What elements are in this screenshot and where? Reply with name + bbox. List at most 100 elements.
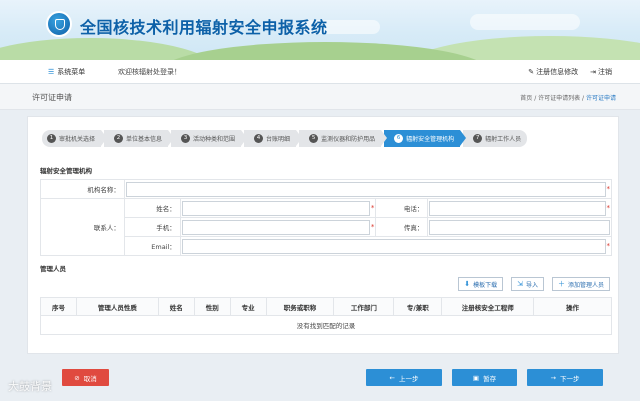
step-number: 7	[473, 134, 483, 143]
step-label: 活动种类和范围	[193, 136, 236, 143]
menu-list-icon: ☰	[48, 68, 55, 76]
download-icon: ⬇	[464, 280, 471, 288]
column-header[interactable]: 管理人员性质	[75, 297, 159, 316]
org-name-input[interactable]	[125, 181, 606, 197]
template-download-button[interactable]: ⬇ 模板下载	[458, 277, 504, 291]
step-approval-authority[interactable]: 1 审批机关选择	[42, 130, 108, 147]
staff-table: 序号 管理人员性质 姓名 性别 专业 职务或职称 工作部门 专/兼职 注册核安全…	[40, 297, 612, 335]
step-activity-scope[interactable]: 3 活动种类和范围	[171, 130, 248, 147]
step-ledger-details[interactable]: 4 台账明细	[244, 130, 303, 147]
fax-input[interactable]	[429, 219, 610, 235]
phone-label: 电话：	[375, 198, 429, 218]
add-staff-button[interactable]: ＋添加管理人员	[551, 277, 610, 291]
required-mark: *	[370, 204, 375, 212]
breadcrumb-application-list[interactable]: 许可证申请列表	[538, 95, 580, 102]
mobile-label: 手机：	[123, 217, 181, 237]
column-header[interactable]: 工作部门	[333, 297, 395, 316]
welcome-text: 欢迎核辐射处登录！	[118, 68, 181, 76]
system-title: 全国核技术利用辐射安全申报系统	[80, 18, 328, 37]
arrow-right-icon: →	[550, 373, 556, 382]
empty-records-text: 没有找到匹配的记录	[40, 315, 612, 335]
breadcrumb-home[interactable]: 首页	[520, 95, 532, 102]
template-download-label: 模板下载	[473, 281, 498, 289]
contact-name-label: 姓名：	[123, 198, 181, 218]
add-staff-label: 添加管理人员	[567, 281, 604, 289]
phone-input[interactable]	[429, 200, 606, 216]
header-banner: 全国核技术利用辐射安全申报系统	[0, 0, 640, 60]
page-header: 许可证申请 首页 / 许可证申请列表 / 许可证申请	[0, 84, 640, 110]
edit-registration-label: 注册信息修改	[536, 68, 579, 76]
fax-label: 传真：	[375, 217, 429, 237]
staff-toolbar: ⬇ 模板下载 ⇲ 导入 ＋添加管理人员	[458, 277, 610, 291]
cancel-button[interactable]: ⊘ 取消	[62, 369, 109, 386]
staff-table-header: 序号 管理人员性质 姓名 性别 专业 职务或职称 工作部门 专/兼职 注册核安全…	[40, 297, 612, 316]
required-mark: *	[370, 223, 375, 231]
required-mark: *	[606, 204, 611, 212]
step-label: 辐射工作人员	[485, 136, 522, 143]
banner-cloud	[470, 14, 580, 30]
column-header[interactable]: 性别	[193, 297, 231, 316]
nav-user-actions: ✎ 注册信息修改 ⇥ 注销	[528, 67, 612, 77]
save-draft-button[interactable]: ▣ 暂存	[452, 369, 517, 386]
step-number: 1	[47, 134, 56, 143]
next-step-button[interactable]: → 下一步	[527, 369, 603, 386]
import-label: 导入	[525, 281, 538, 289]
agency-emblem-icon	[46, 11, 72, 37]
step-monitoring-equipment[interactable]: 5 监测仪器和防护用品	[299, 130, 388, 147]
step-number: 4	[254, 134, 264, 143]
system-menu-label: 系统菜单	[57, 68, 86, 76]
system-menu-button[interactable]: ☰ 系统菜单	[48, 67, 85, 77]
pencil-icon: ✎	[528, 68, 535, 76]
breadcrumb-current: 许可证申请	[585, 95, 616, 102]
logout-icon: ⇥	[590, 68, 596, 76]
cancel-label: 取消	[83, 374, 97, 383]
logout-label: 注销	[598, 68, 612, 76]
step-number: 2	[114, 134, 124, 143]
watermark: 大鼓背景	[8, 380, 52, 393]
application-form-card: 1 审批机关选择 2 单位基本信息 3 活动种类和范围 4 台账明细 5 监测仪器和防护用…	[27, 116, 619, 354]
required-mark: *	[606, 185, 611, 193]
column-header[interactable]: 专业	[229, 297, 267, 316]
cancel-icon: ⊘	[74, 373, 80, 382]
save-draft-label: 暂存	[483, 374, 497, 383]
column-header[interactable]: 姓名	[157, 297, 195, 316]
prev-step-button[interactable]: ← 上一步	[366, 369, 442, 386]
step-label: 审批机关选择	[59, 136, 96, 143]
save-icon: ▣	[472, 373, 480, 382]
step-unit-info[interactable]: 2 单位基本信息	[104, 130, 175, 147]
staff-section-title: 管理人员	[40, 265, 66, 273]
step-label: 台账明细	[266, 136, 291, 143]
step-safety-management-org[interactable]: 6 辐射安全管理机构	[384, 130, 467, 147]
column-header[interactable]: 注册核安全工程师	[441, 297, 535, 316]
email-input[interactable]	[181, 238, 606, 254]
page-title: 许可证申请	[32, 93, 72, 102]
org-form-table: 机构名称： * 联系人： 姓名： * 电话： * 手机： * 传真： Email…	[40, 179, 613, 256]
org-section-title: 辐射安全管理机构	[40, 167, 92, 175]
step-number: 6	[394, 134, 404, 143]
prev-step-label: 上一步	[398, 374, 419, 383]
step-number: 5	[309, 134, 319, 143]
column-header[interactable]: 专/兼职	[393, 297, 443, 316]
org-name-label: 机构名称：	[40, 179, 125, 199]
mobile-input[interactable]	[181, 219, 370, 235]
import-button[interactable]: ⇲ 导入	[511, 277, 544, 291]
contact-name-input[interactable]	[181, 200, 370, 216]
email-label: Email：	[123, 236, 181, 256]
banner-hill	[160, 42, 490, 60]
column-header[interactable]: 职务或职称	[265, 297, 335, 316]
step-label: 单位基本信息	[126, 136, 163, 143]
plus-icon: ＋	[557, 280, 565, 288]
next-step-label: 下一步	[559, 374, 580, 383]
step-label: 监测仪器和防护用品	[321, 136, 376, 143]
step-radiation-workers[interactable]: 7 辐射工作人员	[463, 130, 528, 147]
contact-label: 联系人：	[40, 198, 125, 256]
breadcrumb: 首页 / 许可证申请列表 / 许可证申请	[520, 93, 616, 102]
column-header[interactable]: 操作	[533, 297, 612, 316]
table-row: 没有找到匹配的记录	[40, 315, 612, 335]
arrow-left-icon: ←	[389, 373, 395, 382]
wizard-steps: 1 审批机关选择 2 单位基本信息 3 活动种类和范围 4 台账明细 5 监测仪器和防护用…	[42, 130, 530, 147]
edit-registration-link[interactable]: ✎ 注册信息修改	[528, 67, 578, 77]
logout-link[interactable]: ⇥ 注销	[590, 67, 612, 77]
top-navbar: ☰ 系统菜单 欢迎核辐射处登录！ ✎ 注册信息修改 ⇥ 注销	[0, 60, 640, 84]
column-header[interactable]: 序号	[40, 297, 77, 316]
